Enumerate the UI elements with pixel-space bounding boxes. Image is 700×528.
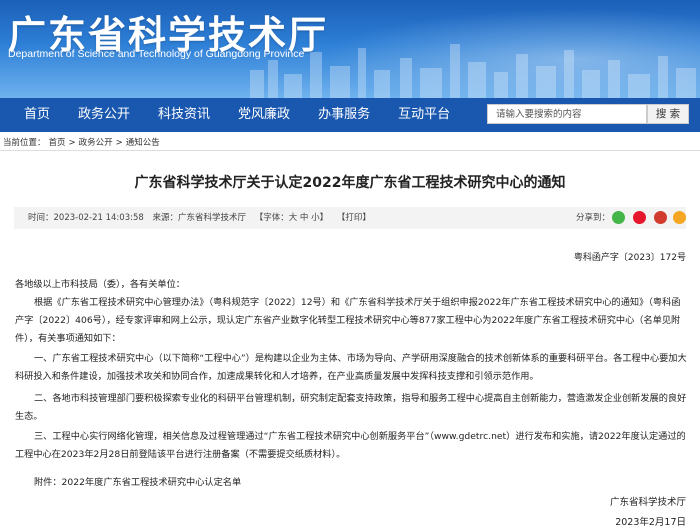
document-number: 粤科函产字〔2023〕172号 (573, 253, 686, 263)
paragraph-1: 一、广东省工程技术研究中心（以下简称“工程中心”）是构建以企业为主体、市场为导向… (15, 353, 687, 382)
article-body: 二、各地市科技管理部门要积极探索专业化的科研平台管理机制，研究制定配套支持政策，… (15, 390, 687, 426)
nav-item-services[interactable]: 办事服务 (304, 98, 384, 132)
breadcrumb-item-notices[interactable]: 通知公告 (126, 138, 160, 148)
breadcrumb-label: 当前位置： (3, 138, 46, 148)
breadcrumb-separator: > (115, 138, 123, 148)
article-body: 根据《广东省工程技术研究中心管理办法》（粤科规范字〔2022〕12号）和《广东省… (15, 294, 687, 348)
salutation: 各地级以上市科技局（委），各有关单位： (15, 279, 185, 290)
article-source: 来源：广东省科学技术厅 (152, 213, 246, 223)
nav-item-gov-affairs[interactable]: 政务公开 (64, 98, 144, 132)
article-title: 广东省科学技术厅关于认定2022年度广东省工程技术研究中心的通知 (134, 175, 566, 191)
qzone-share-icon[interactable] (654, 211, 667, 224)
search-button[interactable]: 搜 索 (647, 104, 689, 124)
breadcrumb-separator: > (68, 138, 76, 148)
header-banner: 广东省科学技术厅 Department of Science and Techn… (0, 0, 700, 98)
attachment-link[interactable]: 附件：2022年度广东省工程技术研究中心认定名单 (15, 474, 687, 492)
breadcrumb-item-gov-affairs[interactable]: 政务公开 (79, 138, 113, 148)
paragraph-2: 二、各地市科技管理部门要积极探索专业化的科研平台管理机制，研究制定配套支持政策，… (15, 393, 687, 422)
article-body: 三、工程中心实行网络化管理，相关信息及过程管理通过“广东省工程技术研究中心创新服… (15, 428, 687, 464)
article-meta-bar: 时间：2023-02-21 14:03:58 来源：广东省科学技术厅 【字体：大… (14, 207, 686, 229)
search-input[interactable]: 请输入要搜索的内容 (487, 104, 647, 124)
nav-item-home[interactable]: 首页 (0, 98, 64, 132)
breadcrumb-item-home[interactable]: 首页 (49, 138, 66, 148)
article-body: 附件：2022年度广东省工程技术研究中心认定名单 (15, 474, 687, 492)
share-label: 分享到： (575, 213, 610, 223)
article-body: 一、广东省工程技术研究中心（以下简称“工程中心”）是构建以企业为主体、市场为导向… (15, 350, 687, 386)
font-size-switch[interactable]: 【字体：大 中 小】 (255, 213, 328, 223)
wechat-share-icon[interactable] (612, 211, 625, 224)
weibo-share-icon[interactable] (633, 211, 646, 224)
print-link[interactable]: 【打印】 (337, 213, 371, 223)
nav-item-tech-news[interactable]: 科技资讯 (144, 98, 224, 132)
main-nav: 首页 政务公开 科技资讯 党风廉政 办事服务 互动平台 请输入要搜索的内容 搜 … (0, 98, 700, 132)
nav-item-interaction[interactable]: 互动平台 (384, 98, 464, 132)
star-share-icon[interactable] (673, 211, 686, 224)
signature-date: 2023年2月17日 (615, 517, 686, 528)
divider (0, 150, 700, 151)
paragraph-3: 三、工程中心实行网络化管理，相关信息及过程管理通过“广东省工程技术研究中心创新服… (15, 431, 686, 460)
article-body: 各地级以上市科技局（委），各有关单位： (15, 276, 687, 294)
signature: 广东省科学技术厅 (609, 497, 686, 508)
publish-time: 时间：2023-02-21 14:03:58 (28, 213, 144, 223)
breadcrumb: 当前位置： 首页 > 政务公开 > 通知公告 (3, 136, 163, 148)
paragraph-intro: 根据《广东省工程技术研究中心管理办法》（粤科规范字〔2022〕12号）和《广东省… (15, 297, 681, 344)
site-subtitle: Department of Science and Technology of … (8, 48, 305, 60)
nav-item-party-integrity[interactable]: 党风廉政 (224, 98, 304, 132)
